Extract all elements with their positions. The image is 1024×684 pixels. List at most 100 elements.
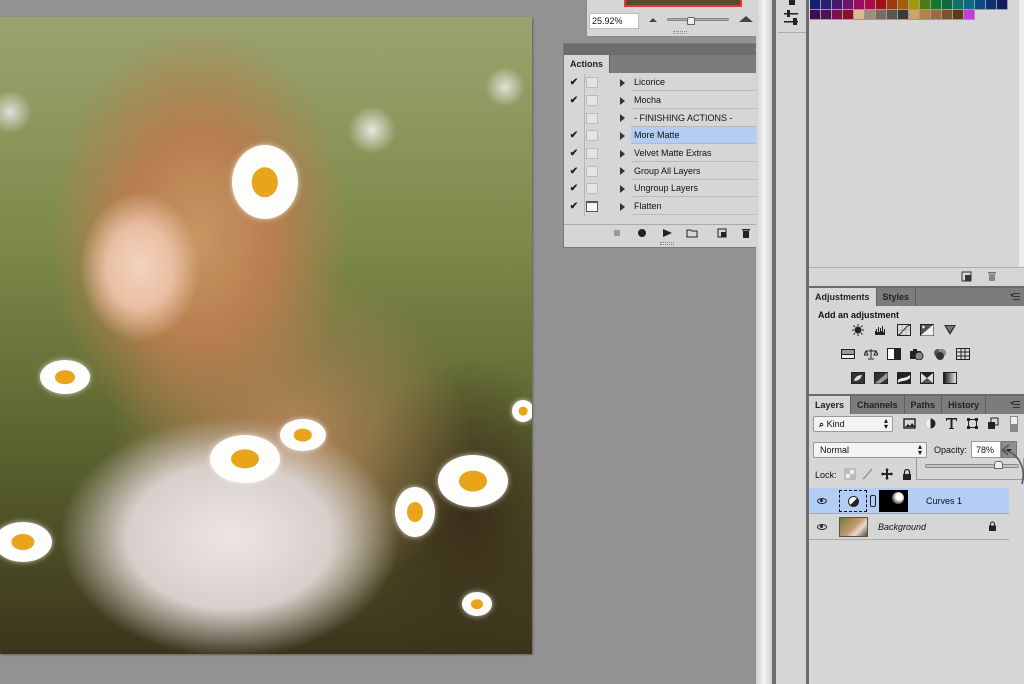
- expand-triangle-icon[interactable]: [620, 96, 625, 105]
- layer-mask-thumbnail[interactable]: [879, 489, 908, 512]
- black-white-icon[interactable]: [887, 348, 901, 360]
- expand-triangle-icon[interactable]: [620, 167, 625, 176]
- layer-row[interactable]: Curves 1: [809, 488, 1009, 514]
- visibility-toggle[interactable]: [809, 496, 835, 506]
- hue-saturation-icon[interactable]: [841, 348, 855, 360]
- color-swatch[interactable]: [821, 0, 832, 10]
- filter-shape-icon[interactable]: [966, 417, 979, 430]
- tab-adjustments[interactable]: Adjustments: [809, 288, 877, 306]
- color-swatch[interactable]: [832, 0, 843, 10]
- lock-position-icon[interactable]: [881, 468, 893, 480]
- document-canvas[interactable]: [0, 17, 532, 654]
- filter-toggle[interactable]: [1010, 416, 1018, 432]
- layer-thumbnail[interactable]: [839, 516, 868, 537]
- filter-adjustment-icon[interactable]: [924, 417, 937, 430]
- panel-menu-icon[interactable]: [1010, 399, 1020, 409]
- toggle-dialog-box[interactable]: [586, 148, 598, 160]
- properties-dock-button[interactable]: [778, 0, 806, 33]
- action-item[interactable]: ✔ More Matte: [564, 127, 764, 145]
- toggle-dialog-box[interactable]: [586, 183, 598, 195]
- toggle-dialog-box[interactable]: [586, 165, 598, 177]
- toggle-item-checkmark[interactable]: ✔: [564, 95, 584, 106]
- new-swatch-icon[interactable]: [961, 271, 973, 282]
- color-swatch[interactable]: [821, 10, 832, 20]
- action-item[interactable]: ✔ Licorice: [564, 74, 764, 92]
- link-icon[interactable]: [870, 494, 876, 507]
- color-swatch[interactable]: [810, 10, 821, 20]
- action-item[interactable]: ✔ Velvet Matte Extras: [564, 144, 764, 163]
- toggle-item-checkmark[interactable]: ✔: [564, 183, 584, 194]
- navigator-zoom-slider-knob[interactable]: [687, 17, 695, 25]
- color-swatch[interactable]: [964, 0, 975, 10]
- record-icon[interactable]: [636, 228, 648, 238]
- channel-mixer-icon[interactable]: [933, 348, 947, 360]
- expand-triangle-icon[interactable]: [620, 78, 625, 87]
- play-icon[interactable]: [661, 228, 673, 238]
- exposure-icon[interactable]: [920, 324, 934, 336]
- panel-menu-icon[interactable]: [1010, 291, 1020, 301]
- trash-icon[interactable]: [740, 228, 752, 238]
- toggle-item-checkmark[interactable]: ✔: [564, 77, 584, 88]
- action-item[interactable]: - FINISHING ACTIONS -: [564, 109, 764, 128]
- invert-icon[interactable]: [851, 372, 865, 384]
- layer-name[interactable]: Curves 1: [926, 496, 962, 506]
- toggle-dialog-box[interactable]: [586, 201, 598, 213]
- levels-icon[interactable]: [874, 324, 888, 336]
- threshold-icon[interactable]: [897, 372, 911, 384]
- color-balance-icon[interactable]: [864, 348, 878, 360]
- layer-row[interactable]: Background: [809, 514, 1009, 540]
- tab-history[interactable]: History: [942, 396, 987, 414]
- color-swatch[interactable]: [898, 10, 909, 20]
- trash-icon[interactable]: [986, 271, 998, 282]
- color-swatch[interactable]: [832, 10, 843, 20]
- color-swatch[interactable]: [942, 10, 953, 20]
- lock-image-pixels-icon[interactable]: [862, 468, 874, 480]
- tab-channels[interactable]: Channels: [851, 396, 905, 414]
- expand-triangle-icon[interactable]: [620, 202, 625, 211]
- color-swatch[interactable]: [854, 10, 865, 20]
- expand-triangle-icon[interactable]: [620, 131, 625, 140]
- color-swatch[interactable]: [953, 10, 964, 20]
- dock-scrollbar[interactable]: [756, 0, 772, 684]
- toggle-item-checkmark[interactable]: ✔: [564, 166, 584, 177]
- expand-triangle-icon[interactable]: [620, 114, 625, 123]
- action-item[interactable]: ✔ Flatten: [564, 197, 764, 216]
- resize-grip[interactable]: [673, 31, 687, 34]
- color-swatch[interactable]: [975, 0, 986, 10]
- curves-icon[interactable]: [897, 324, 911, 336]
- resize-grip[interactable]: [660, 242, 674, 245]
- color-swatch[interactable]: [843, 0, 854, 10]
- color-swatch[interactable]: [887, 10, 898, 20]
- blend-mode-select[interactable]: Normal ▴ ▾: [813, 442, 927, 458]
- color-swatch[interactable]: [865, 10, 876, 20]
- color-swatch[interactable]: [920, 0, 931, 10]
- navigator-zoom-slider[interactable]: [667, 18, 729, 21]
- zoom-out-icon[interactable]: [649, 18, 657, 22]
- curves-adjustment-thumbnail[interactable]: [839, 489, 867, 512]
- color-swatch[interactable]: [909, 0, 920, 10]
- action-item[interactable]: ✔ Group All Layers: [564, 162, 764, 181]
- toggle-item-checkmark[interactable]: ✔: [564, 130, 584, 141]
- panel-titlebar[interactable]: ◂◂ ✕: [564, 44, 777, 55]
- swatches-scrollbar[interactable]: [1019, 0, 1024, 267]
- filter-type-icon[interactable]: [945, 417, 958, 430]
- tab-styles[interactable]: Styles: [876, 288, 917, 306]
- filter-pixel-icon[interactable]: [903, 417, 916, 430]
- toggle-item-checkmark[interactable]: ✔: [564, 148, 584, 159]
- color-swatch[interactable]: [942, 0, 953, 10]
- color-swatch[interactable]: [876, 0, 887, 10]
- color-swatch[interactable]: [810, 0, 821, 10]
- action-item[interactable]: ✔ Mocha: [564, 91, 764, 110]
- zoom-in-icon[interactable]: [739, 16, 753, 22]
- toggle-dialog-box[interactable]: [586, 112, 598, 124]
- posterize-icon[interactable]: [874, 372, 888, 384]
- navigator-preview[interactable]: [624, 0, 742, 7]
- toggle-dialog-box[interactable]: [586, 95, 598, 107]
- color-swatch[interactable]: [931, 0, 942, 10]
- stop-icon[interactable]: [611, 228, 623, 238]
- action-item[interactable]: ✔ Ungroup Layers: [564, 180, 764, 198]
- lock-transparent-pixels-icon[interactable]: [844, 468, 856, 480]
- color-swatch[interactable]: [997, 0, 1008, 10]
- brightness-contrast-icon[interactable]: [851, 324, 865, 336]
- color-swatch[interactable]: [865, 0, 876, 10]
